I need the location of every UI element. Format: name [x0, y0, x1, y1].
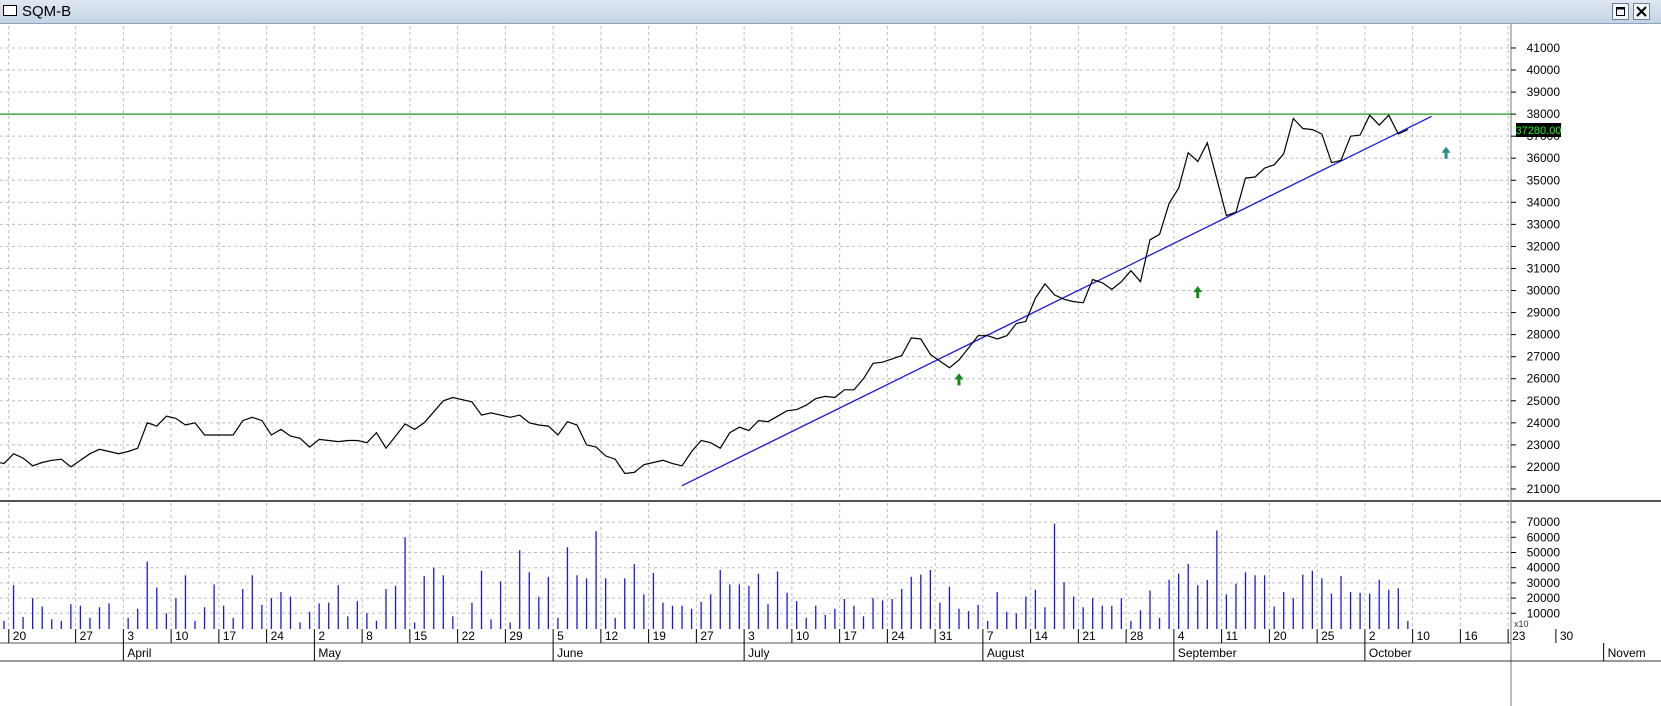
x-tick-label: 12 — [605, 629, 619, 643]
x-tick-label: 20 — [13, 629, 27, 643]
x-tick-label: 23 — [1512, 629, 1526, 643]
y-tick-label: 24000 — [1527, 416, 1561, 430]
x-tick-label: 27 — [80, 629, 94, 643]
y-tick-label: 39000 — [1527, 85, 1561, 99]
y-tick-label: 40000 — [1527, 561, 1561, 575]
last-price-label: 37280.00 — [1516, 125, 1562, 137]
y-tick-label: 35000 — [1527, 173, 1561, 187]
y-tick-label: 22000 — [1527, 460, 1561, 474]
y-tick-label: 60000 — [1527, 530, 1561, 544]
x-tick-label: 24 — [271, 629, 285, 643]
month-label: September — [1178, 646, 1237, 660]
y-tick-label: 31000 — [1527, 261, 1561, 275]
x-tick-label: 3 — [748, 629, 755, 643]
x-tick-label: 14 — [1035, 629, 1049, 643]
y-tick-label: 23000 — [1527, 438, 1561, 452]
window-title: SQM-B — [22, 3, 72, 20]
x-tick-label: 3 — [127, 629, 134, 643]
x-tick-label: 7 — [987, 629, 994, 643]
x-tick-label: 10 — [175, 629, 189, 643]
x-tick-label: 28 — [1130, 629, 1144, 643]
title-bar: SQM-B — [0, 0, 1661, 24]
maximize-button[interactable] — [1612, 3, 1629, 20]
y-tick-label: 30000 — [1527, 576, 1561, 590]
x-tick-label: 29 — [509, 629, 523, 643]
y-tick-label: 50000 — [1527, 546, 1561, 560]
y-tick-label: 21000 — [1527, 482, 1561, 496]
y-tick-label: 25000 — [1527, 394, 1561, 408]
x-tick-label: 8 — [366, 629, 373, 643]
y-tick-label: 27000 — [1527, 350, 1561, 364]
x-tick-label: 22 — [462, 629, 476, 643]
x-tick-label: 31 — [939, 629, 953, 643]
x-tick-label: 4 — [1178, 629, 1185, 643]
y-tick-label: 34000 — [1527, 195, 1561, 209]
y-tick-label: 70000 — [1527, 515, 1561, 529]
month-label: July — [748, 646, 769, 660]
x-tick-label: 2 — [1369, 629, 1376, 643]
month-label: April — [127, 646, 151, 660]
x-tick-label: 19 — [653, 629, 667, 643]
y-tick-label: 40000 — [1527, 63, 1561, 77]
y-tick-label: 26000 — [1527, 372, 1561, 386]
x-tick-label: 25 — [1321, 629, 1335, 643]
y-tick-label: 41000 — [1527, 41, 1561, 55]
stock-chart: 21000 22000 23000 24000 25000 26000 27000 28000… — [0, 24, 1661, 706]
chart-window: SQM-B 21000 22000 23000 24000 25000 26000 2700… — [0, 0, 1661, 706]
close-button[interactable] — [1633, 3, 1650, 20]
y-tick-label: 29000 — [1527, 306, 1561, 320]
x-tick-label: 10 — [1417, 629, 1431, 643]
y-tick-label: 38000 — [1527, 107, 1561, 121]
x-tick-label: 17 — [223, 629, 237, 643]
month-label: May — [318, 646, 341, 660]
x-tick-label: 27 — [700, 629, 714, 643]
x-tick-label: 30 — [1560, 629, 1574, 643]
y-tick-label: 32000 — [1527, 239, 1561, 253]
x-tick-label: 10 — [796, 629, 810, 643]
month-label: October — [1369, 646, 1412, 660]
x-tick-label: 15 — [414, 629, 428, 643]
close-icon — [1636, 6, 1647, 17]
month-label: June — [557, 646, 583, 660]
x-tick-label: 20 — [1273, 629, 1287, 643]
y-tick-label: 10000 — [1527, 606, 1561, 620]
x-tick-label: 17 — [844, 629, 858, 643]
month-label: August — [987, 646, 1025, 660]
x-tick-label: 16 — [1464, 629, 1478, 643]
x-tick-label: 21 — [1082, 629, 1096, 643]
y-tick-label: 30000 — [1527, 284, 1561, 298]
window-icon — [3, 5, 17, 16]
month-label: Novem — [1608, 646, 1646, 660]
x-tick-label: 5 — [557, 629, 564, 643]
y-tick-label: 36000 — [1527, 151, 1561, 165]
volume-scale-label: x10 — [1514, 619, 1529, 629]
x-tick-label: 24 — [891, 629, 905, 643]
y-tick-label: 20000 — [1527, 591, 1561, 605]
x-tick-label: 11 — [1226, 629, 1239, 643]
x-tick-label: 2 — [318, 629, 325, 643]
y-tick-label: 33000 — [1527, 217, 1561, 231]
maximize-icon — [1616, 7, 1625, 16]
y-tick-label: 28000 — [1527, 328, 1561, 342]
